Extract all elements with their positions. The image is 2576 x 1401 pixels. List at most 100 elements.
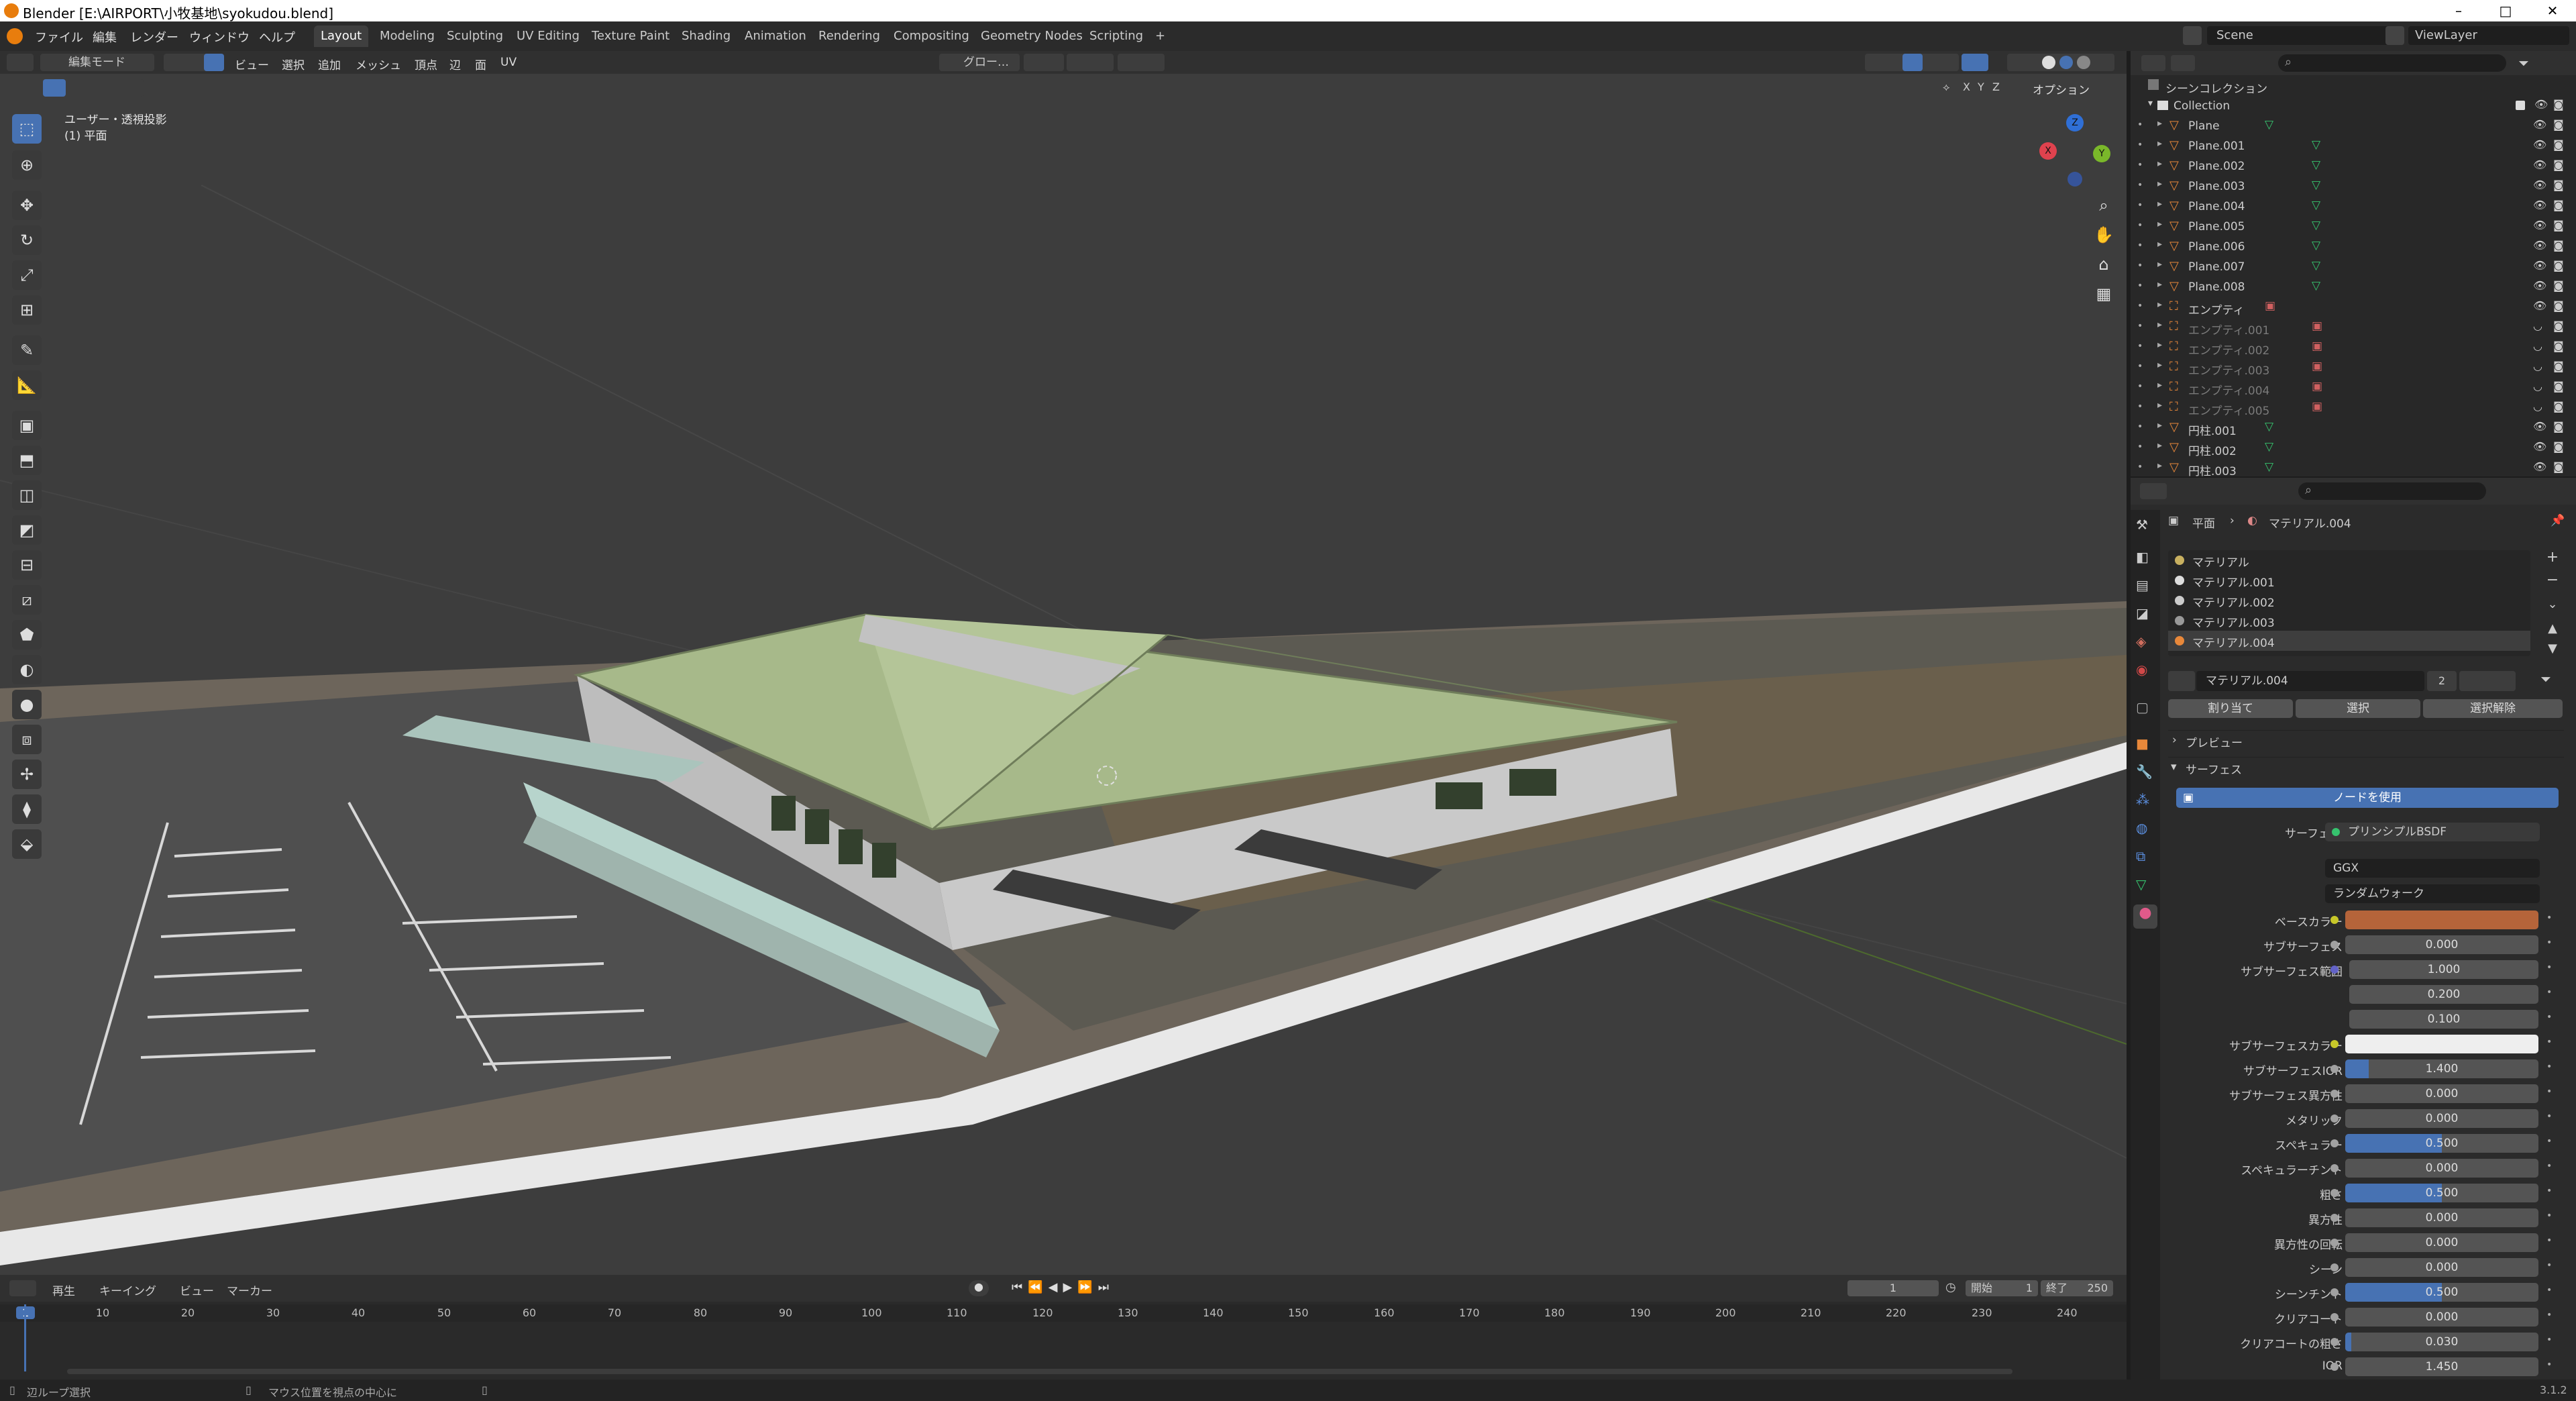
visibility-icon[interactable]: 👁 (2533, 299, 2546, 312)
outliner-collection[interactable]: ▾ Collection 👁 ◙ (2131, 97, 2576, 117)
visibility-icon[interactable]: 👁 (2533, 219, 2546, 231)
outliner-item[interactable]: • ▸ ▽ Plane.002 ▽ 👁 ◙ (2131, 157, 2576, 177)
outliner-item[interactable]: • ▸ ▽ Plane.006 ▽ 👁 ◙ (2131, 238, 2576, 258)
input-socket-icon[interactable] (2330, 1288, 2339, 1296)
expand-icon[interactable]: ▸ (2157, 380, 2162, 391)
menu-vertex[interactable]: 頂点 (415, 56, 437, 72)
outliner-item[interactable]: • ▸ ▽ 円柱.003 ▽ 👁 ◙ (2131, 459, 2576, 476)
input-socket-icon[interactable] (2330, 1065, 2339, 1073)
record-icon[interactable]: ● (969, 1280, 989, 1296)
gizmo-toggle-icon[interactable] (1902, 54, 1923, 71)
loop-cut-tool-icon[interactable]: ⊟ (12, 550, 42, 580)
tool-tab-icon[interactable]: ⚒ (2136, 517, 2155, 535)
keyframe-dot-icon[interactable]: • (2546, 1260, 2552, 1271)
rotate-tool-icon[interactable]: ↻ (12, 225, 42, 255)
input-socket-icon[interactable] (2330, 1239, 2339, 1247)
tab-animation[interactable]: Animation (738, 25, 813, 47)
inset-tool-icon[interactable]: ◫ (12, 480, 42, 510)
render-visibility-icon[interactable]: ◙ (2553, 239, 2564, 252)
outliner-editor-icon[interactable] (2141, 55, 2165, 71)
render-visibility-icon[interactable]: ◙ (2553, 178, 2564, 191)
close-button[interactable]: ✕ (2529, 0, 2576, 21)
timeline-scrollbar[interactable] (67, 1369, 2012, 1374)
material-actions-icons[interactable] (2459, 671, 2516, 691)
select-box-tool-icon[interactable]: ⬚ (12, 114, 42, 144)
shading-mode-buttons[interactable] (2007, 54, 2114, 71)
keyframe-dot-icon[interactable]: • (2546, 962, 2552, 973)
outliner-scene-collection[interactable]: シーンコレクション (2131, 76, 2576, 97)
number-field[interactable]: 0.000 (2345, 1308, 2538, 1327)
number-field[interactable]: 0.000 (2345, 1084, 2538, 1103)
poly-build-tool-icon[interactable]: ⬟ (12, 620, 42, 650)
render-visibility-icon[interactable]: ◙ (2553, 138, 2564, 151)
constraints-tab-icon[interactable]: ⧉ (2136, 848, 2155, 867)
clock-icon[interactable]: ◷ (1945, 1280, 1962, 1296)
snap-icon[interactable] (1067, 54, 1114, 71)
menu-window[interactable]: ウィンドウ (189, 28, 250, 46)
expand-icon[interactable]: ▸ (2157, 279, 2162, 290)
gizmo-z-axis[interactable]: Z (2066, 114, 2084, 132)
render-visibility-icon[interactable]: ◙ (2553, 279, 2564, 292)
keyframe-dot-icon[interactable]: • (2546, 1235, 2552, 1246)
blender-menu-icon[interactable] (7, 28, 23, 44)
surface-panel-header[interactable]: ▾ サーフェス (2168, 757, 2564, 778)
input-socket-icon[interactable] (2330, 966, 2339, 974)
scale-tool-icon[interactable]: ⤢ (12, 260, 42, 290)
mesh-data-icon[interactable]: ▽ (2265, 118, 2273, 132)
current-frame-field[interactable]: 1 (1847, 1280, 1939, 1296)
render-visibility-icon[interactable]: ◙ (2553, 199, 2564, 211)
remove-slot-button[interactable]: − (2542, 572, 2563, 592)
tab-sculpting[interactable]: Sculpting (440, 25, 510, 47)
transform-tool-icon[interactable]: ⊞ (12, 295, 42, 325)
visibility-icon[interactable]: ◡ (2533, 360, 2542, 372)
gizmo-y-axis[interactable]: Y (2093, 145, 2110, 162)
collection-render-icon[interactable]: ◙ (2553, 98, 2564, 111)
expand-icon[interactable]: ▸ (2157, 420, 2162, 431)
input-socket-icon[interactable] (2330, 1114, 2339, 1123)
input-socket-icon[interactable] (2330, 1263, 2339, 1272)
outliner-item[interactable]: • ▸ ⛶ エンプティ ▣ 👁 ◙ (2131, 298, 2576, 318)
render-visibility-icon[interactable]: ◙ (2553, 158, 2564, 171)
expand-icon[interactable]: ▸ (2157, 158, 2162, 169)
solid-shading-icon[interactable] (2042, 56, 2055, 69)
xray-toggle-icon[interactable] (1962, 54, 1988, 71)
select-button[interactable]: 選択 (2296, 699, 2420, 718)
mesh-data-icon[interactable]: ▽ (2312, 279, 2320, 293)
input-socket-icon[interactable] (2330, 1338, 2339, 1346)
keyframe-dot-icon[interactable]: • (2546, 913, 2552, 923)
outliner-item[interactable]: • ▸ ⛶ エンプティ.004 ▣ ◡ ◙ (2131, 378, 2576, 399)
keyframe-dot-icon[interactable]: • (2546, 987, 2552, 998)
shrink-tool-icon[interactable]: ✢ (12, 760, 42, 789)
tab-shading[interactable]: Shading (675, 25, 737, 47)
outliner-item[interactable]: • ▸ ▽ Plane.003 ▽ 👁 ◙ (2131, 177, 2576, 197)
annotate-tool-icon[interactable]: ✎ (12, 335, 42, 365)
collection-visibility-icon[interactable]: 👁 (2534, 98, 2548, 111)
filter-icon[interactable]: ⏷ (2518, 55, 2541, 71)
image-data-icon[interactable]: ▣ (2265, 299, 2275, 313)
output-tab-icon[interactable]: ▤ (2136, 577, 2155, 596)
bevel-tool-icon[interactable]: ◩ (12, 515, 42, 545)
number-field[interactable]: 1.450 (2345, 1357, 2538, 1376)
timeline-menu-keying[interactable]: キーイング (99, 1282, 156, 1298)
number-field[interactable]: 0.000 (2345, 935, 2538, 954)
move-slot-up-icon[interactable]: ▲ (2542, 621, 2563, 641)
outliner-item[interactable]: • ▸ ⛶ エンプティ.003 ▣ ◡ ◙ (2131, 358, 2576, 378)
input-socket-icon[interactable] (2330, 916, 2339, 924)
menu-uv[interactable]: UV (500, 56, 517, 69)
maximize-button[interactable]: □ (2482, 0, 2529, 21)
expand-icon[interactable]: ▸ (2157, 259, 2162, 270)
collection-checkbox[interactable] (2516, 101, 2525, 110)
mesh-data-icon[interactable]: ▽ (2312, 138, 2320, 152)
tab-rendering[interactable]: Rendering (812, 25, 887, 47)
tab-geometry-nodes[interactable]: Geometry Nodes (974, 25, 1089, 47)
gizmo-x-axis[interactable]: X (2039, 142, 2057, 160)
outliner-search-input[interactable]: ⌕ (2278, 54, 2506, 72)
mesh-data-icon[interactable]: ▽ (2312, 239, 2320, 252)
input-socket-icon[interactable] (2330, 1313, 2339, 1321)
zoom-icon[interactable]: ⌕ (2092, 196, 2116, 220)
visibility-icon[interactable]: 👁 (2533, 158, 2546, 171)
transform-orientation-dropdown[interactable]: グロー… (939, 54, 1020, 71)
link-data-icon[interactable]: ⏷ (2529, 671, 2563, 691)
add-cube-tool-icon[interactable]: ▣ (12, 411, 42, 440)
mirror-x-button[interactable]: X (1963, 81, 1970, 93)
